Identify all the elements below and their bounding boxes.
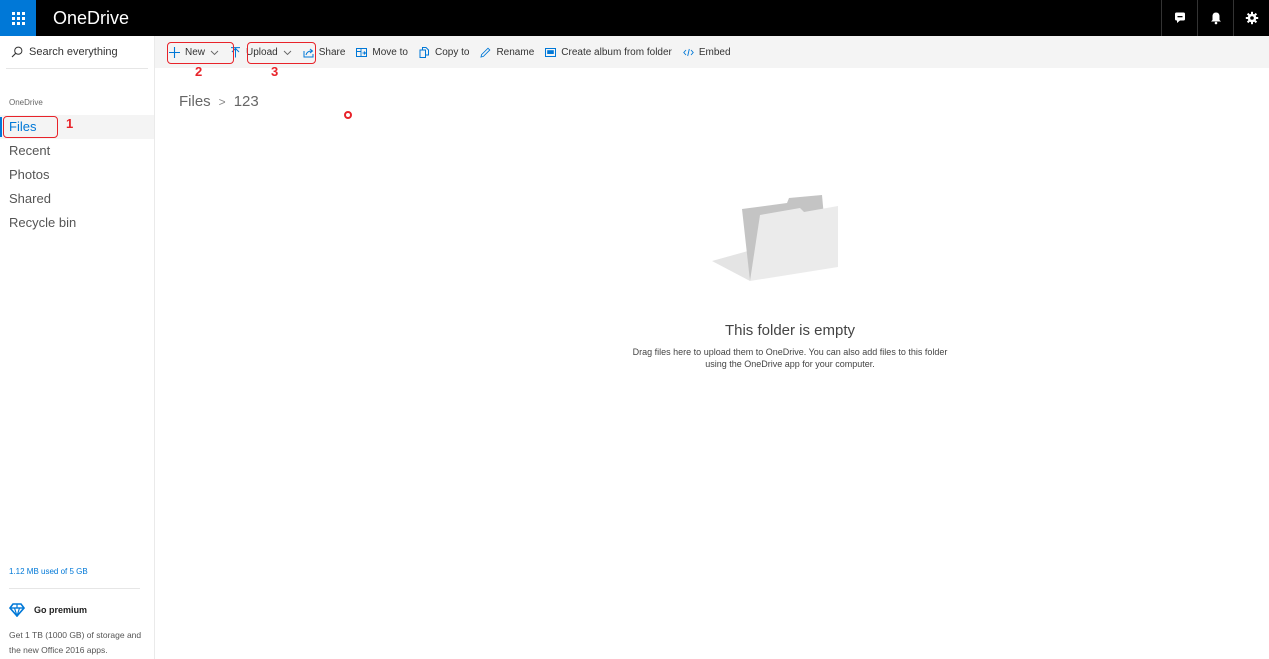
chevron-down-icon [210,50,219,55]
go-premium-label: Go premium [34,605,88,615]
move-to-icon [356,47,368,57]
plus-icon [169,46,180,58]
breadcrumb-separator: > [218,94,226,109]
chevron-down-icon [283,50,292,55]
copy-to-label: Copy to [434,46,470,58]
app-launcher-button[interactable] [0,0,36,36]
share-button[interactable]: Share [303,40,346,64]
create-album-button[interactable]: Create album from folder [545,40,672,64]
diamond-icon [9,603,25,617]
sidebar-item-files[interactable]: Files [0,115,154,139]
cursor-marker [344,111,352,119]
go-premium-link[interactable]: Go premium [9,603,87,617]
breadcrumb: Files > 123 [179,93,259,110]
rename-label: Rename [496,46,535,58]
settings-button[interactable] [1233,0,1269,36]
share-label: Share [318,46,346,58]
sidebar-item-shared[interactable]: Shared [0,187,154,211]
sidebar-nav: Files Recent Photos Shared Recycle bin [0,115,154,235]
folder-shadow [712,251,750,281]
notifications-button[interactable] [1197,0,1233,36]
code-embed-icon [683,48,694,56]
breadcrumb-files[interactable]: Files [179,93,211,110]
new-label: New [185,46,206,58]
new-button[interactable]: New [169,40,219,64]
storage-usage-link[interactable]: 1.12 MB used of 5 GB [9,567,88,576]
bell-icon [1210,12,1221,25]
command-bar: New Upload Share Move to Copy to Rename … [155,36,1269,68]
search-input[interactable]: Search everything [0,36,154,68]
search-icon [11,46,23,58]
move-to-button[interactable]: Move to [356,40,408,64]
waffle-icon [11,11,25,25]
divider [6,68,148,69]
feedback-button[interactable] [1161,0,1197,36]
gear-icon [1245,11,1258,25]
upload-label: Upload [246,46,278,58]
upload-button[interactable]: Upload [230,40,292,64]
sidebar: Search everything OneDrive Files Recent … [0,36,155,659]
top-bar: OneDrive [0,0,1269,36]
app-title[interactable]: OneDrive [36,0,129,36]
sidebar-item-recycle-bin[interactable]: Recycle bin [0,211,154,235]
move-to-label: Move to [372,46,408,58]
pencil-icon [480,47,491,58]
upload-arrow-icon [231,46,241,57]
sidebar-item-photos[interactable]: Photos [0,163,154,187]
embed-label: Embed [698,46,731,58]
empty-state-title: This folder is empty [724,322,856,339]
embed-button[interactable]: Embed [683,40,731,64]
empty-folder-illustration [712,195,838,281]
copy-to-button[interactable]: Copy to [419,40,469,64]
premium-description: Get 1 TB (1000 GB) of storage and the ne… [9,630,142,655]
share-icon [303,48,314,57]
folder-front [750,206,838,281]
section-label: OneDrive [9,98,43,107]
divider [9,588,140,589]
feedback-icon [1174,12,1185,23]
album-icon [545,47,557,57]
copy-icon [419,46,429,58]
search-placeholder: Search everything [29,46,118,58]
rename-button[interactable]: Rename [480,40,534,64]
create-album-label: Create album from folder [561,46,672,58]
breadcrumb-current-folder: 123 [233,93,259,110]
sidebar-item-recent[interactable]: Recent [0,139,154,163]
empty-state-description: Drag files here to upload them to OneDri… [632,347,948,369]
